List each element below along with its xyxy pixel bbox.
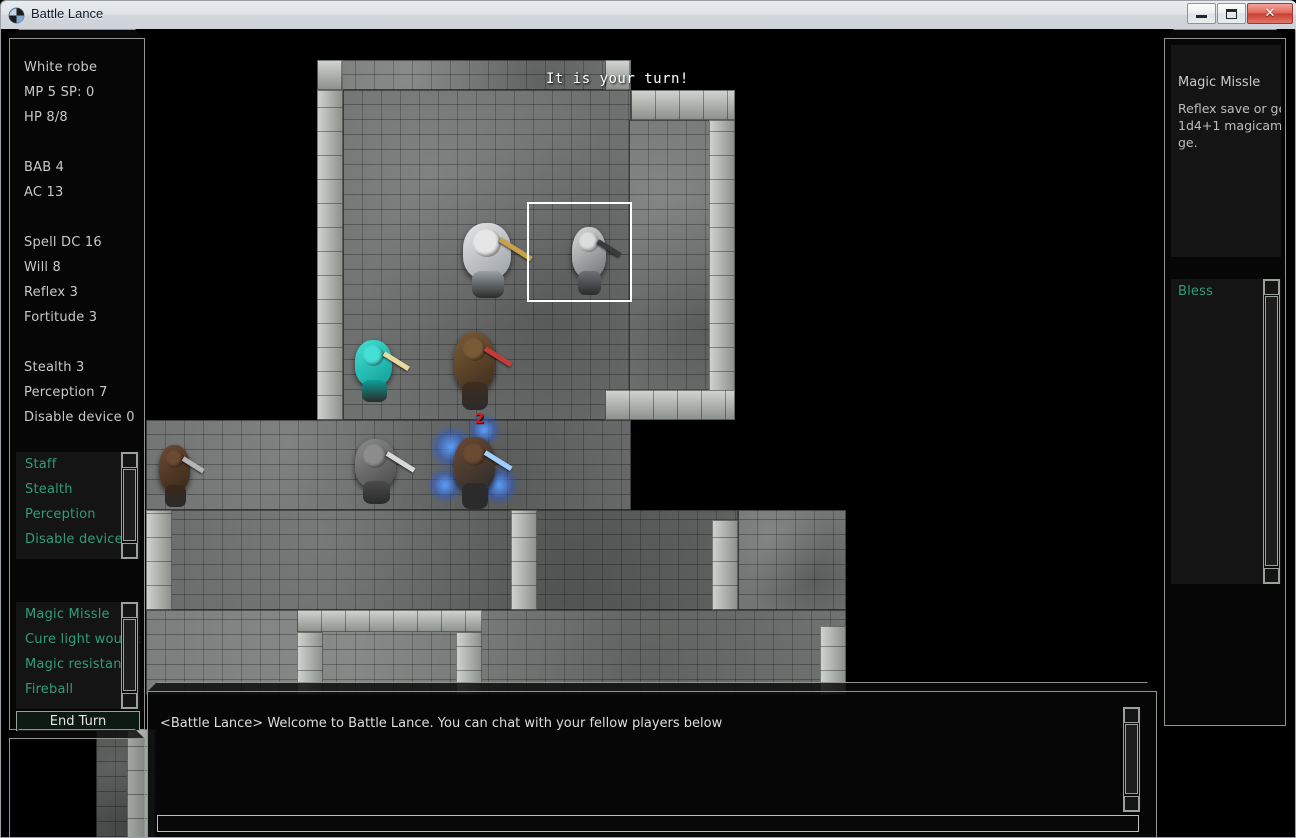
stat-mp-sp: MP 5 SP: 0 [24, 85, 94, 100]
close-button[interactable]: ✕ [1247, 3, 1293, 24]
map-wall-segment[interactable] [146, 510, 172, 610]
skills-scrollbar[interactable] [121, 452, 138, 559]
title-bar[interactable]: Battle Lance ✕ [1, 1, 1296, 30]
chat-scroll-thumb[interactable] [1125, 724, 1138, 794]
sprite-head [473, 229, 501, 257]
stat-disable-dev: Disable device 0 [24, 410, 135, 425]
app-window: Battle Lance ✕ 2 It is your turn! W [0, 0, 1296, 838]
skill-item-disable-device[interactable]: Disable device [25, 532, 123, 547]
game-client-area[interactable]: 2 It is your turn! White robe MP 5 SP: 0… [1, 29, 1295, 837]
rogue-brown-leather[interactable] [437, 312, 515, 412]
stat-reflex: Reflex 3 [24, 285, 78, 300]
map-floor-tile[interactable] [738, 510, 846, 610]
map-wall-segment[interactable] [511, 510, 537, 610]
stat-hp: HP 8/8 [24, 110, 68, 125]
effects-scrollbar[interactable] [1263, 279, 1280, 584]
enemy-skeleton-selected[interactable] [557, 209, 623, 297]
map-wall-segment[interactable] [631, 90, 735, 120]
battle-lance-app-icon [8, 7, 25, 24]
maximize-button[interactable] [1217, 3, 1246, 24]
chat-scrollbar[interactable] [1123, 707, 1140, 812]
stat-stealth: Stealth 3 [24, 360, 84, 375]
lower-left-panel [9, 738, 145, 837]
stat-ac: AC 13 [24, 185, 63, 200]
mage-cyan-robe[interactable] [339, 324, 411, 404]
stat-spell-dc: Spell DC 16 [24, 235, 102, 250]
stat-bab: BAB 4 [24, 160, 64, 175]
effects-scroll-up-icon[interactable] [1264, 280, 1279, 295]
minimize-icon [1196, 15, 1207, 18]
map-wall-segment[interactable] [605, 390, 735, 420]
chat-scroll-down-icon[interactable] [1124, 796, 1139, 811]
sprite-legs [462, 483, 489, 509]
end-turn-button[interactable]: End Turn [16, 711, 140, 731]
window-controls: ✕ [1187, 3, 1293, 24]
stat-perception: Perception 7 [24, 385, 108, 400]
map-wall-segment[interactable] [709, 120, 735, 420]
player-buffed-blue[interactable] [437, 419, 515, 511]
sprite-legs [462, 382, 489, 410]
chat-scroll-up-icon[interactable] [1124, 708, 1139, 723]
map-wall-segment[interactable] [317, 60, 343, 90]
spells-scroll-thumb[interactable] [123, 619, 136, 691]
stat-will: Will 8 [24, 260, 61, 275]
spell-detail-title: Magic Missle [1178, 75, 1260, 90]
enemy-dog-beast[interactable] [146, 429, 206, 509]
spell-detail-description: Reflex save or get 1d4+1 magicamage. [1178, 100, 1281, 151]
spell-item-fireball[interactable]: Fireball [25, 682, 73, 697]
spells-scroll-up-icon[interactable] [122, 603, 137, 618]
map-wall-segment[interactable] [712, 520, 738, 610]
spell-detail-box: Magic Missle Reflex save or get 1d4+1 ma… [1171, 45, 1281, 257]
character-panel: White robe MP 5 SP: 0 HP 8/8 BAB 4 AC 13… [9, 38, 145, 730]
effects-scroll-down-icon[interactable] [1264, 568, 1279, 583]
chat-input-wrapper[interactable] [157, 815, 1139, 832]
spell-item-magic-missile[interactable]: Magic Missle [25, 607, 110, 622]
sprite-legs [363, 481, 390, 505]
sprite-legs [472, 271, 503, 298]
map-wall-segment[interactable] [297, 610, 482, 632]
skills-scroll-down-icon[interactable] [122, 543, 137, 558]
chat-panel: <Battle Lance> Welcome to Battle Lance. … [147, 691, 1157, 837]
sprite-legs [362, 380, 386, 402]
window-title: Battle Lance [31, 6, 103, 21]
map-floor-tile[interactable] [146, 510, 738, 610]
sprite-head [579, 232, 599, 252]
skill-item-perception[interactable]: Perception [25, 507, 96, 522]
chat-message: <Battle Lance> Welcome to Battle Lance. … [160, 716, 722, 731]
knight-white-armor[interactable] [443, 204, 535, 300]
skill-item-stealth[interactable]: Stealth [25, 482, 73, 497]
floating-damage-number: 2 [475, 412, 484, 427]
close-icon: ✕ [1265, 7, 1276, 20]
skills-scroll-up-icon[interactable] [122, 453, 137, 468]
stat-fortitude: Fortitude 3 [24, 310, 97, 325]
stat-robe: White robe [24, 60, 97, 75]
fallen-enemy[interactable] [337, 422, 417, 506]
chat-input[interactable] [158, 820, 1138, 835]
skill-item-staff[interactable]: Staff [25, 457, 56, 472]
skills-scroll-thumb[interactable] [123, 469, 136, 541]
sprite-legs [165, 485, 185, 507]
effect-item-bless[interactable]: Bless [1178, 284, 1213, 299]
spells-scroll-down-icon[interactable] [122, 693, 137, 708]
spells-scrollbar[interactable] [121, 602, 138, 709]
turn-banner: It is your turn! [546, 71, 689, 87]
sprite-head [166, 450, 184, 468]
info-panel: Magic Missle Reflex save or get 1d4+1 ma… [1164, 38, 1286, 726]
effects-scroll-thumb[interactable] [1265, 296, 1278, 566]
minimize-button[interactable] [1187, 3, 1216, 24]
maximize-icon [1226, 9, 1237, 19]
sprite-legs [578, 271, 600, 296]
